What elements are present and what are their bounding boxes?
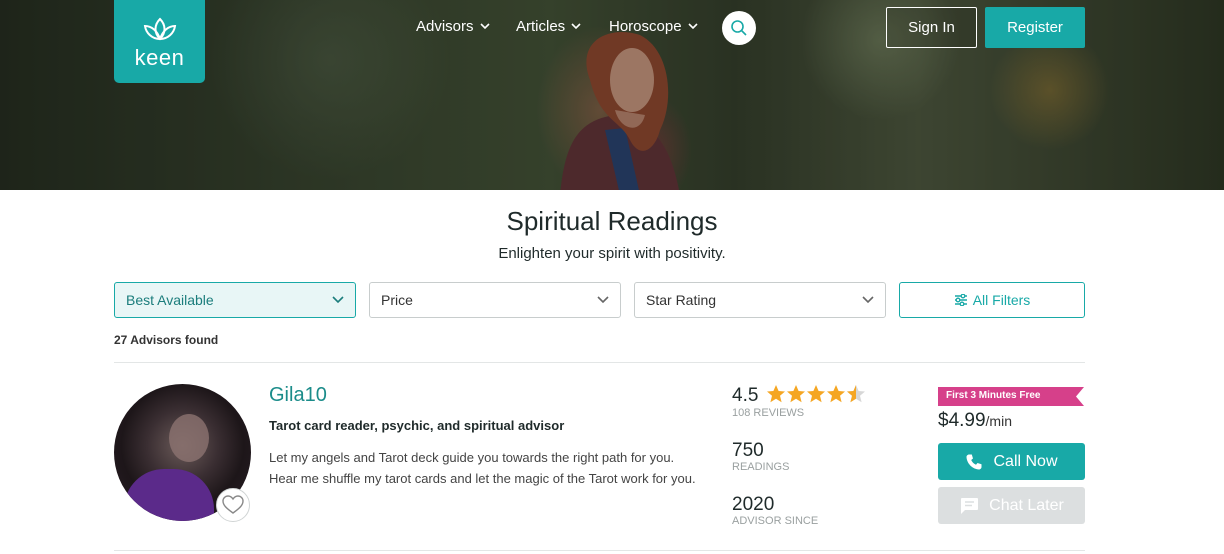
star-rating-select-value: Star Rating xyxy=(646,292,717,308)
chat-icon xyxy=(961,497,979,514)
nav-horoscope-label: Horoscope xyxy=(609,18,682,35)
results-count: 27 Advisors found xyxy=(114,333,219,347)
chevron-down-icon xyxy=(571,23,581,30)
star-rating-select[interactable]: Star Rating xyxy=(634,282,886,318)
chat-later-button[interactable]: Chat Later xyxy=(938,487,1085,524)
nav-advisors-label: Advisors xyxy=(416,18,474,35)
logo-text: keen xyxy=(134,44,185,70)
advisor-since-label: ADVISOR SINCE xyxy=(732,515,819,527)
phone-icon xyxy=(966,454,982,469)
all-filters-button[interactable]: All Filters xyxy=(899,282,1085,318)
price-select-value: Price xyxy=(381,292,413,308)
all-filters-label: All Filters xyxy=(972,292,1031,308)
keen-logo[interactable]: keen xyxy=(114,0,205,83)
register-button[interactable]: Register xyxy=(985,7,1085,48)
chevron-down-icon xyxy=(332,296,344,304)
chevron-down-icon xyxy=(597,296,609,304)
divider xyxy=(114,550,1085,551)
nav-horoscope[interactable]: Horoscope xyxy=(609,18,698,35)
readings-label: READINGS xyxy=(732,461,790,473)
chat-later-label: Chat Later xyxy=(989,496,1064,514)
chevron-down-icon xyxy=(687,23,698,30)
promo-text: First 3 Minutes Free xyxy=(946,390,1041,401)
readings-count: 750 xyxy=(732,440,764,461)
chevron-down-icon xyxy=(862,296,874,304)
divider xyxy=(114,362,1085,363)
sort-select[interactable]: Best Available xyxy=(114,282,356,318)
star-icon xyxy=(807,385,825,403)
half-star-icon xyxy=(847,385,865,403)
reviews-count[interactable]: 108 REVIEWS xyxy=(732,407,804,419)
price-select[interactable]: Price xyxy=(369,282,621,318)
price-value: $4.99 xyxy=(938,410,986,431)
advisor-tagline: Tarot card reader, psychic, and spiritua… xyxy=(269,418,565,433)
lotus-icon xyxy=(143,17,176,40)
search-button[interactable] xyxy=(722,11,756,45)
avatar-face xyxy=(169,414,209,462)
call-now-button[interactable]: Call Now xyxy=(938,443,1085,480)
heart-icon xyxy=(222,495,244,514)
nav-advisors[interactable]: Advisors xyxy=(416,18,490,35)
star-rating xyxy=(766,384,866,404)
price-unit: /min xyxy=(985,413,1012,429)
price-per-minute: $4.99/min xyxy=(938,410,1012,432)
call-now-label: Call Now xyxy=(993,452,1058,470)
avatar-shirt xyxy=(124,469,214,521)
star-icon xyxy=(767,385,785,403)
advisor-name[interactable]: Gila10 xyxy=(269,384,327,407)
nav-articles-label: Articles xyxy=(516,18,566,35)
sign-in-button[interactable]: Sign In xyxy=(886,7,977,48)
chevron-down-icon xyxy=(479,23,490,30)
nav-articles[interactable]: Articles xyxy=(516,18,581,35)
advisor-description: Let my angels and Tarot deck guide you t… xyxy=(269,450,696,486)
page-title: Spiritual Readings xyxy=(506,206,718,236)
page-subtitle: Enlighten your spirit with positivity. xyxy=(498,245,726,262)
star-icon xyxy=(787,385,805,403)
rating-value: 4.5 xyxy=(732,385,759,406)
sort-select-value: Best Available xyxy=(126,292,214,308)
favorite-button[interactable] xyxy=(216,488,250,522)
star-icon xyxy=(827,385,845,403)
sliders-icon xyxy=(954,294,967,306)
search-icon xyxy=(731,20,747,36)
advisor-since-year: 2020 xyxy=(732,494,775,515)
